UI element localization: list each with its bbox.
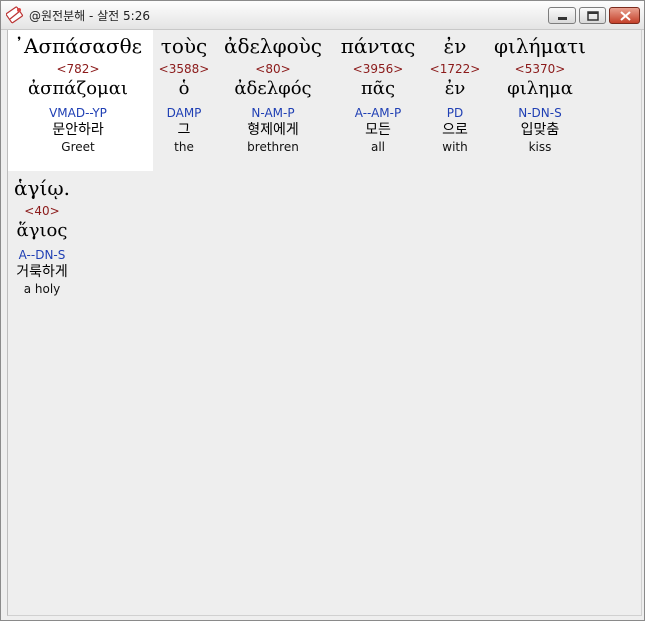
word-block[interactable]: τοὺς <3588> ὁ DAMP 그 the — [154, 33, 214, 155]
parse-code: A--DN-S — [18, 248, 66, 262]
korean-gloss: 으로 — [442, 122, 468, 138]
korean-gloss: 그 — [177, 122, 191, 138]
close-button[interactable] — [609, 7, 640, 24]
strong-number[interactable]: <3588> — [154, 61, 214, 77]
english-gloss: with — [442, 140, 468, 154]
lemma-word: φιλημα — [507, 78, 573, 99]
parse-code: N-AM-P — [251, 106, 295, 120]
korean-gloss: 형제에게 — [247, 122, 299, 138]
word-block[interactable]: ᾿Ασπάσασθε <782> ἀσπάζομαι VMAD--YP 문안하라… — [8, 33, 148, 155]
english-gloss: all — [370, 140, 386, 154]
greek-word: ἀδελφοὺς — [224, 34, 322, 58]
greek-word: τοὺς — [160, 34, 208, 58]
greek-word: φιλήματι — [494, 34, 586, 58]
close-icon — [620, 11, 631, 21]
interlinear-panel[interactable]: ᾿Ασπάσασθε <782> ἀσπάζομαι VMAD--YP 문안하라… — [7, 30, 642, 616]
english-gloss: the — [174, 140, 194, 154]
english-gloss: kiss — [528, 140, 552, 154]
parse-code: N-DN-S — [518, 106, 562, 120]
strong-number[interactable]: <40> — [8, 203, 76, 219]
lemma-word: ἀδελφός — [234, 78, 312, 99]
parse-code: DAMP — [166, 106, 202, 120]
greek-word: ἁγίῳ. — [14, 176, 70, 200]
window-title: @원전분해 - 살전 5:26 — [29, 9, 150, 23]
minimize-icon — [558, 17, 567, 20]
english-gloss: a holy — [23, 282, 61, 296]
strong-number[interactable]: <5370> — [486, 61, 594, 77]
parse-code: A--AM-P — [354, 106, 402, 120]
word-block[interactable]: φιλήματι <5370> φιλημα N-DN-S 입맞춤 kiss — [486, 33, 594, 155]
lemma-word: ἀσπάζομαι — [28, 78, 128, 99]
title-bar[interactable]: @원전분해 - 살전 5:26 — [1, 1, 644, 30]
lemma-word: πᾶς — [360, 78, 396, 99]
english-gloss: brethren — [247, 140, 299, 154]
word-block[interactable]: ἐν <1722> ἐν PD 으로 with — [428, 33, 482, 155]
bible-app-icon — [5, 6, 24, 24]
korean-gloss: 모든 — [365, 122, 391, 138]
parse-code: VMAD--YP — [49, 106, 107, 120]
greek-word: ἐν — [443, 34, 467, 58]
greek-word: πάντας — [340, 34, 416, 58]
lemma-word: ἐν — [444, 78, 466, 99]
lemma-word: ὁ — [178, 78, 190, 99]
korean-gloss: 입맞춤 — [520, 122, 560, 138]
strong-number[interactable]: <782> — [8, 61, 148, 77]
lemma-word: ἅγιος — [16, 220, 68, 241]
word-block[interactable]: πάντας <3956> πᾶς A--AM-P 모든 all — [334, 33, 422, 155]
strong-number[interactable]: <3956> — [334, 61, 422, 77]
maximize-icon — [587, 11, 599, 21]
parse-code: PD — [446, 106, 464, 120]
strong-number[interactable]: <80> — [218, 61, 328, 77]
english-gloss: Greet — [61, 140, 95, 154]
app-window: @원전분해 - 살전 5:26 ᾿Ασπάσασθε <782> ἀσπάζομ… — [0, 0, 645, 621]
word-block[interactable]: ἁγίῳ. <40> ἅγιος A--DN-S 거룩하게 a holy — [8, 175, 76, 297]
maximize-button[interactable] — [579, 7, 606, 24]
minimize-button[interactable] — [548, 7, 576, 24]
greek-word: ᾿Ασπάσασθε — [14, 34, 142, 58]
korean-gloss: 거룩하게 — [16, 264, 68, 280]
korean-gloss: 문안하라 — [52, 122, 104, 138]
strong-number[interactable]: <1722> — [428, 61, 482, 77]
word-block[interactable]: ἀδελφοὺς <80> ἀδελφός N-AM-P 형제에게 brethr… — [218, 33, 328, 155]
